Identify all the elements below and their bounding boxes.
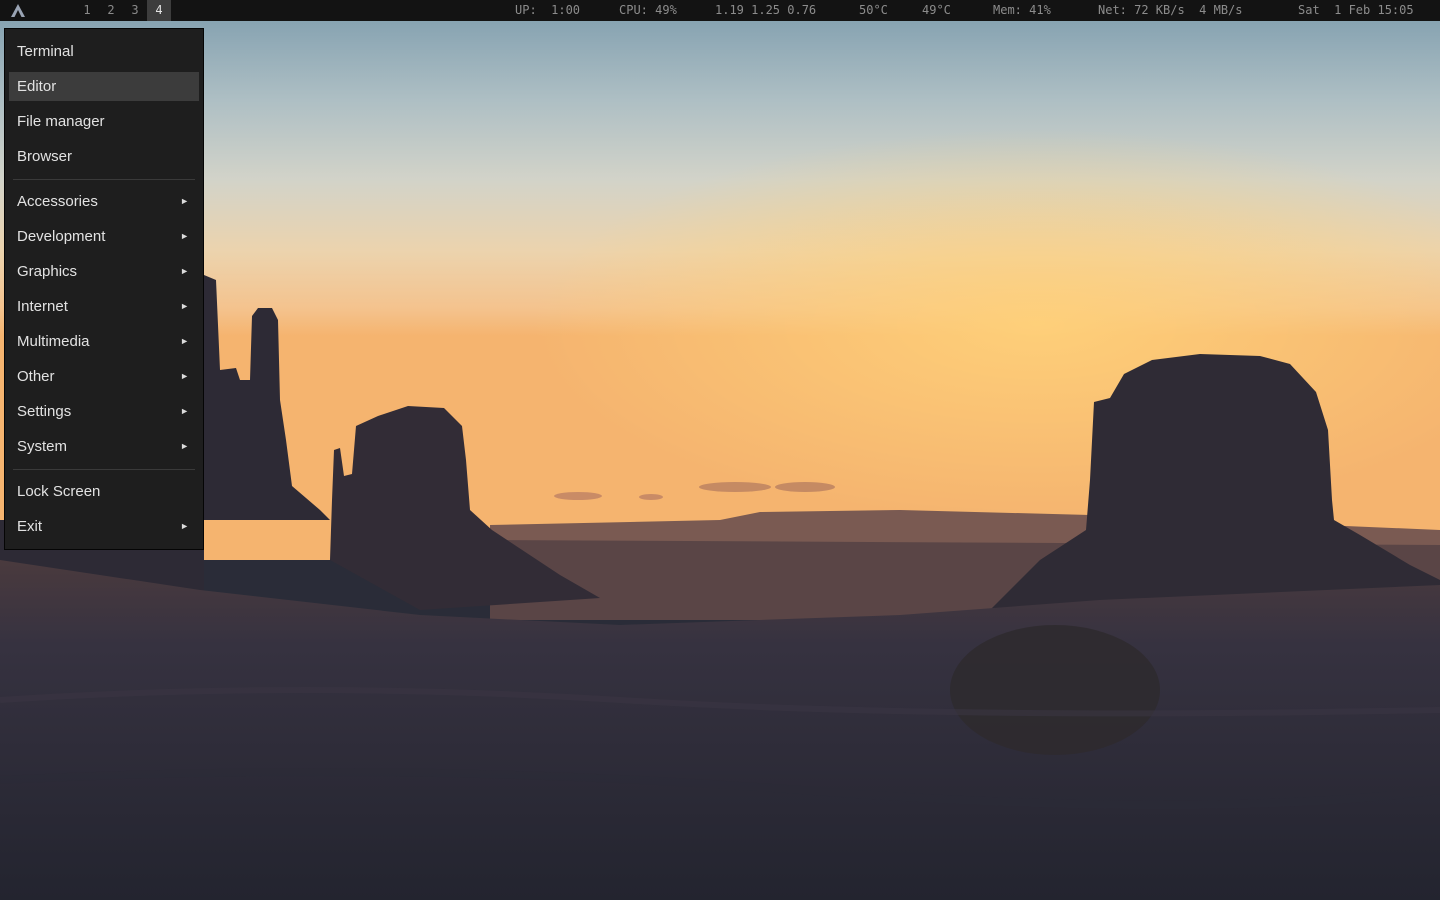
menu-item-label: Other — [17, 368, 55, 385]
menu-item-system[interactable]: System ► — [9, 432, 199, 461]
submenu-arrow-icon: ► — [180, 231, 189, 241]
menu-item-label: File manager — [17, 113, 105, 130]
menu-item-label: Graphics — [17, 263, 78, 280]
menu-separator — [13, 179, 195, 180]
temperature-1-status: 50°C — [859, 3, 888, 17]
submenu-arrow-icon: ► — [180, 266, 189, 276]
menu-item-label: Development — [17, 228, 106, 245]
menu-item-other[interactable]: Other ► — [9, 362, 199, 391]
root-menu: Terminal Editor File manager Browser Acc… — [4, 28, 204, 550]
submenu-arrow-icon: ► — [180, 301, 189, 311]
menu-item-label: Settings — [17, 403, 72, 420]
top-panel: 1 2 3 4 UP: 1:00 CPU: 49% 1.19 1.25 0.76… — [0, 0, 1440, 21]
menu-item-lock-screen[interactable]: Lock Screen — [9, 477, 199, 506]
menu-item-terminal[interactable]: Terminal — [9, 37, 199, 66]
menu-item-label: Multimedia — [17, 333, 90, 350]
load-average-status: 1.19 1.25 0.76 — [715, 3, 817, 17]
menu-item-exit[interactable]: Exit ► — [9, 512, 199, 541]
menu-item-label: Accessories — [17, 193, 98, 210]
workspace-4-button[interactable]: 4 — [147, 0, 171, 21]
menu-item-accessories[interactable]: Accessories ► — [9, 187, 199, 216]
network-status: Net: 72 KB/s 4 MB/s — [1098, 3, 1243, 17]
submenu-arrow-icon: ► — [180, 196, 189, 206]
desktop-wallpaper — [0, 0, 1440, 900]
workspace-2-button[interactable]: 2 — [99, 0, 123, 21]
memory-status: Mem: 41% — [993, 3, 1051, 17]
archlabs-logo-icon[interactable] — [10, 3, 26, 18]
submenu-arrow-icon: ► — [180, 521, 189, 531]
workspace-1-button[interactable]: 1 — [75, 0, 99, 21]
menu-item-multimedia[interactable]: Multimedia ► — [9, 327, 199, 356]
uptime-status: UP: 1:00 — [515, 3, 581, 17]
cpu-status: CPU: 49% — [619, 3, 677, 17]
menu-item-label: Exit — [17, 518, 43, 535]
menu-item-label: Browser — [17, 148, 73, 165]
menu-item-label: Editor — [17, 78, 57, 95]
menu-item-browser[interactable]: Browser — [9, 142, 199, 171]
menu-item-file-manager[interactable]: File manager — [9, 107, 199, 136]
submenu-arrow-icon: ► — [180, 336, 189, 346]
menu-separator — [13, 469, 195, 470]
menu-item-development[interactable]: Development ► — [9, 222, 199, 251]
menu-item-internet[interactable]: Internet ► — [9, 292, 199, 321]
workspace-3-button[interactable]: 3 — [123, 0, 147, 21]
menu-item-label: Lock Screen — [17, 483, 101, 500]
menu-item-editor[interactable]: Editor — [9, 72, 199, 101]
menu-item-graphics[interactable]: Graphics ► — [9, 257, 199, 286]
submenu-arrow-icon: ► — [180, 371, 189, 381]
menu-item-label: Internet — [17, 298, 68, 315]
date-time-clock[interactable]: Sat 1 Feb 15:05 — [1298, 0, 1414, 20]
menu-item-label: System — [17, 438, 68, 455]
submenu-arrow-icon: ► — [180, 441, 189, 451]
menu-item-settings[interactable]: Settings ► — [9, 397, 199, 426]
submenu-arrow-icon: ► — [180, 406, 189, 416]
menu-item-label: Terminal — [17, 43, 74, 60]
temperature-2-status: 49°C — [922, 3, 951, 17]
